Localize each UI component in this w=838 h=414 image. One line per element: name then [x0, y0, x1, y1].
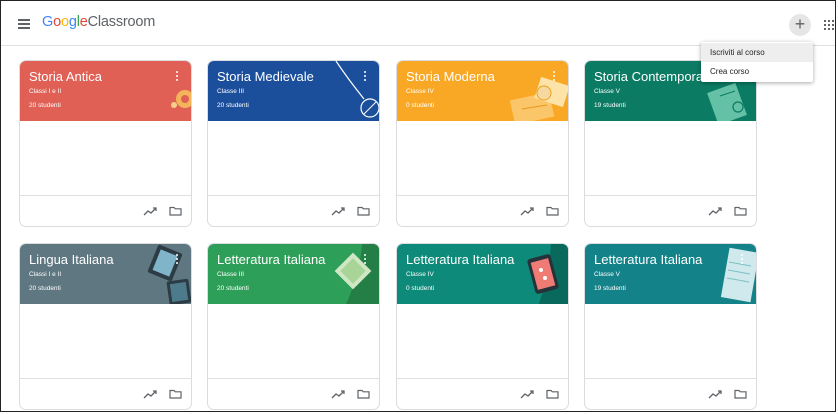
trending-up-icon[interactable]: [708, 389, 722, 399]
course-card-header[interactable]: Storia Medievale Classe III 20 studenti: [208, 61, 379, 121]
course-title[interactable]: Storia Moderna: [406, 69, 495, 84]
course-section: Classe V: [594, 88, 621, 95]
modern-history-illustration-icon: [509, 76, 568, 121]
create-or-join-button[interactable]: +: [789, 14, 811, 36]
language-illustration-icon: [147, 244, 191, 304]
course-section: Classe IV: [406, 88, 434, 95]
history-illustration-icon: [171, 90, 191, 108]
top-bar: GoogleClassroom +: [1, 1, 835, 46]
trending-up-icon[interactable]: [520, 389, 534, 399]
course-title[interactable]: Letteratura Italiana: [594, 252, 702, 267]
course-section: Classe V: [594, 271, 621, 278]
course-card[interactable]: Storia Contemporanea Classe V 19 student…: [584, 60, 757, 227]
app-logo[interactable]: GoogleClassroom: [42, 14, 155, 30]
more-options-icon[interactable]: [741, 254, 744, 266]
folder-icon[interactable]: [734, 206, 747, 216]
apps-grid-icon[interactable]: [824, 20, 834, 30]
trending-up-icon[interactable]: [520, 206, 534, 216]
course-card-footer: [397, 378, 568, 409]
course-title[interactable]: Letteratura Italiana: [217, 252, 325, 267]
more-options-icon[interactable]: [176, 71, 179, 83]
folder-icon[interactable]: [169, 206, 182, 216]
student-count: 0 studenti: [406, 102, 435, 109]
literature-illustration-icon: [334, 244, 379, 304]
course-card[interactable]: Storia Medievale Classe III 20 studenti: [207, 60, 380, 227]
more-options-icon[interactable]: [553, 71, 556, 83]
folder-icon[interactable]: [169, 389, 182, 399]
course-section: Classe III: [217, 88, 245, 95]
trending-up-icon[interactable]: [331, 206, 345, 216]
course-card-header[interactable]: Letteratura Italiana Classe IV 0 student…: [397, 244, 568, 304]
course-card-footer: [20, 378, 191, 409]
course-card[interactable]: Lingua Italiana Classi I e II 20 student…: [19, 243, 192, 410]
more-options-icon[interactable]: [176, 254, 179, 266]
logo-product-name: Classroom: [87, 14, 156, 30]
folder-icon[interactable]: [546, 206, 559, 216]
course-title[interactable]: Lingua Italiana: [29, 252, 114, 267]
student-count: 19 studenti: [594, 102, 626, 109]
trending-up-icon[interactable]: [331, 389, 345, 399]
create-join-menu: Iscriviti al corso Crea corso: [701, 42, 813, 82]
course-section: Classe IV: [406, 271, 434, 278]
medieval-illustration-icon: [335, 61, 379, 118]
hamburger-menu-icon[interactable]: [18, 19, 30, 29]
literature-tablet-illustration-icon: [527, 244, 568, 304]
course-card-footer: [397, 195, 568, 226]
literature-pages-illustration-icon: [720, 247, 756, 303]
menu-item-create-class[interactable]: Crea corso: [701, 62, 813, 81]
trending-up-icon[interactable]: [143, 206, 157, 216]
course-section: Classi I e II: [29, 88, 62, 95]
course-card-footer: [585, 378, 756, 409]
course-card[interactable]: Letteratura Italiana Classe V 19 student…: [584, 243, 757, 410]
course-card[interactable]: Letteratura Italiana Classe III 20 stude…: [207, 243, 380, 410]
course-card[interactable]: Storia Moderna Classe IV 0 studenti: [396, 60, 569, 227]
course-card-header[interactable]: Letteratura Italiana Classe V 19 student…: [585, 244, 756, 304]
student-count: 19 studenti: [594, 285, 626, 292]
student-count: 0 studenti: [406, 285, 435, 292]
student-count: 20 studenti: [29, 285, 61, 292]
course-section: Classe III: [217, 271, 245, 278]
course-card-header[interactable]: Storia Moderna Classe IV 0 studenti: [397, 61, 568, 121]
course-card-footer: [208, 378, 379, 409]
folder-icon[interactable]: [734, 389, 747, 399]
course-card-footer: [585, 195, 756, 226]
trending-up-icon[interactable]: [143, 389, 157, 399]
folder-icon[interactable]: [546, 389, 559, 399]
course-title[interactable]: Storia Antica: [29, 69, 102, 84]
folder-icon[interactable]: [357, 206, 370, 216]
course-title[interactable]: Letteratura Italiana: [406, 252, 514, 267]
student-count: 20 studenti: [217, 285, 249, 292]
folder-icon[interactable]: [357, 389, 370, 399]
course-card-header[interactable]: Letteratura Italiana Classe III 20 stude…: [208, 244, 379, 304]
course-section: Classi I e II: [29, 271, 62, 278]
trending-up-icon[interactable]: [708, 206, 722, 216]
course-card-header[interactable]: Storia Antica Classi I e II 20 studenti: [20, 61, 191, 121]
course-card-footer: [208, 195, 379, 226]
course-card[interactable]: Letteratura Italiana Classe IV 0 student…: [396, 243, 569, 410]
course-card[interactable]: Storia Antica Classi I e II 20 studenti: [19, 60, 192, 227]
app-frame: GoogleClassroom + Storia Antica Classi I…: [0, 0, 836, 412]
course-title[interactable]: Storia Medievale: [217, 69, 314, 84]
menu-item-join-class[interactable]: Iscriviti al corso: [701, 43, 813, 62]
student-count: 20 studenti: [29, 102, 61, 109]
student-count: 20 studenti: [217, 102, 249, 109]
more-options-icon[interactable]: [364, 71, 367, 83]
course-card-header[interactable]: Lingua Italiana Classi I e II 20 student…: [20, 244, 191, 304]
more-options-icon[interactable]: [364, 254, 367, 266]
course-card-footer: [20, 195, 191, 226]
